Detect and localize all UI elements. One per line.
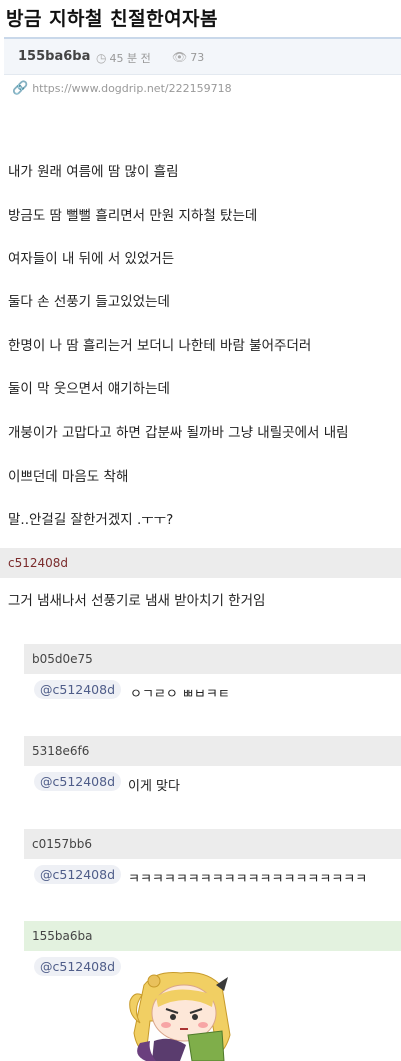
post-time-text: 45 분 전	[109, 52, 151, 65]
post-line: 말..안걸길 잘한거겠지 .ㅜㅜ?	[8, 512, 174, 528]
reply-text: ㅇㄱㄹㅇ ㅃㅂㅋㅌ	[130, 687, 230, 702]
link-icon: 🔗	[12, 81, 29, 96]
reply-mention[interactable]: @c512408d	[34, 772, 122, 791]
clock-icon: ◷	[96, 51, 107, 65]
post-line: 여자들이 내 뒤에 서 있었거든	[8, 251, 175, 267]
reply-text: 이게 맞다	[128, 779, 180, 794]
reply-text: ㅋㅋㅋㅋㅋㅋㅋㅋㅋㅋㅋㅋㅋㅋㅋㅋㅋㅋㅋㅋ	[128, 872, 368, 887]
reply-mention[interactable]: @c512408d	[34, 680, 122, 699]
reply-author[interactable]: 5318e6f6	[32, 744, 89, 758]
reply-mention[interactable]: @c512408d	[34, 957, 122, 976]
post-time: ◷ 45 분 전	[96, 50, 151, 66]
post-line: 둘이 막 웃으면서 얘기하는데	[8, 381, 170, 397]
comment-header: c512408d	[0, 548, 401, 578]
reply-author[interactable]: 155ba6ba	[32, 929, 92, 943]
comment-text: 그거 냄새나서 선풍기로 냄새 받아치기 한거임	[8, 593, 266, 609]
reply-author[interactable]: c0157bb6	[32, 837, 92, 851]
post-url[interactable]: 🔗 https://www.dogdrip.net/222159718	[12, 81, 232, 96]
post-line: 둘다 손 선풍기 들고있었는데	[8, 294, 170, 310]
reply-header: 5318e6f6	[24, 736, 401, 766]
post-views-count: 73	[190, 51, 205, 64]
post-line: 방금도 땀 뻘뻘 흘리면서 만원 지하철 탔는데	[8, 208, 258, 224]
reply-header: b05d0e75	[24, 644, 401, 674]
reply-mention[interactable]: @c512408d	[34, 865, 122, 884]
eye-icon: 👁	[172, 50, 188, 64]
post-line: 이쁘던데 마음도 착해	[8, 469, 129, 485]
post-url-text[interactable]: https://www.dogdrip.net/222159718	[32, 82, 231, 95]
post-author[interactable]: 155ba6ba	[18, 49, 90, 64]
post-views: 👁 73	[172, 50, 204, 64]
sticker-image	[129, 972, 231, 1061]
reply-header: c0157bb6	[24, 829, 401, 859]
comment-author[interactable]: c512408d	[8, 556, 68, 570]
post-line: 한명이 나 땀 흘리는거 보더니 나한테 바람 불어주더러	[8, 338, 312, 354]
post-meta-bar: 155ba6ba ◷ 45 분 전 👁 73	[4, 37, 401, 75]
reply-header-author: 155ba6ba	[24, 921, 401, 951]
post-line: 내가 원래 여름에 땀 많이 흘림	[8, 164, 179, 180]
post-title: 방금 지하철 친절한여자봄	[6, 8, 219, 30]
post-line: 개붕이가 고맙다고 하면 갑분싸 될까바 그냥 내릴곳에서 내림	[8, 425, 349, 441]
reply-author[interactable]: b05d0e75	[32, 652, 93, 666]
